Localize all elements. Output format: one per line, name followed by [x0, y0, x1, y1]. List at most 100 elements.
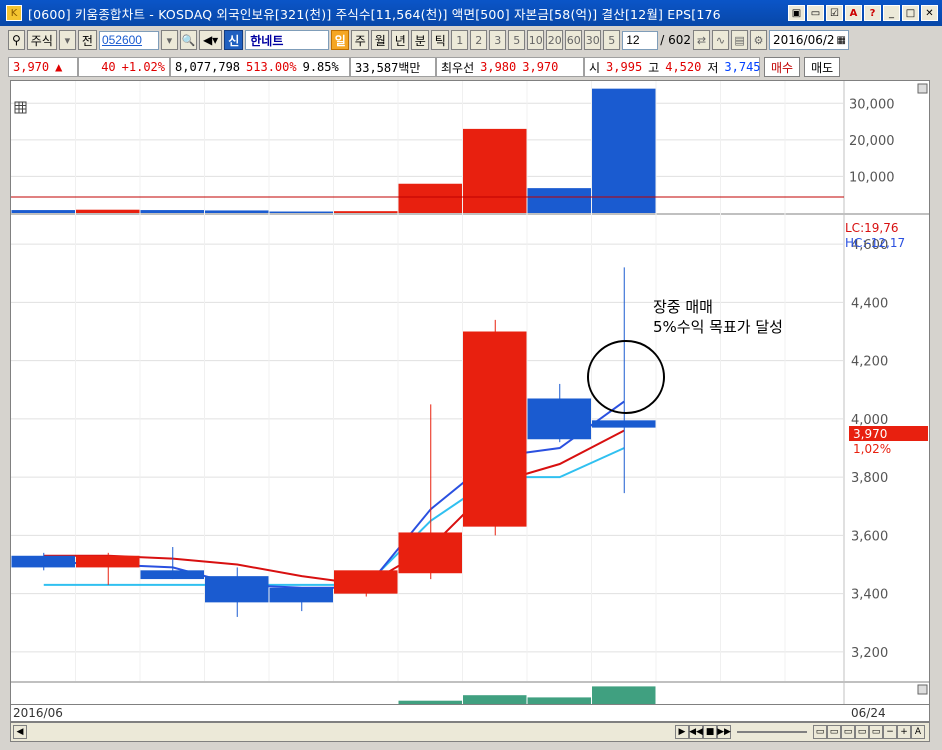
count-input[interactable]	[622, 30, 659, 50]
change: 40	[101, 60, 116, 74]
calendar-icon[interactable]: ▦	[837, 35, 846, 46]
minute-30[interactable]: 30	[584, 30, 602, 50]
hc-label: HC:-12,17	[845, 236, 905, 250]
minute-3[interactable]: 3	[489, 30, 507, 50]
chart-scrollbar[interactable]: ◀ ▶ ◀◀ ■ ▶▶ ▭ ▭ ▭ ▭ ▭ − + A	[10, 722, 930, 742]
high-label: 고	[648, 60, 660, 75]
scroll-right-icon[interactable]: ▶	[675, 725, 689, 739]
view-icon-1[interactable]: ▭	[813, 725, 827, 739]
chart-svg: 4,6004,4004,2004,0003,8003,6003,4003,200…	[11, 81, 929, 705]
candle-body	[140, 570, 204, 580]
best-cell: 최우선 3,980 3,970	[436, 57, 584, 77]
change-cell: 40 +1.02%	[78, 57, 170, 77]
zoom-in-icon[interactable]: +	[897, 725, 911, 739]
sound-icon[interactable]: ◀▾	[198, 30, 223, 50]
lower-volume-bar	[463, 695, 527, 704]
current-pct-label: 1,02%	[853, 442, 891, 456]
view-icon-4[interactable]: ▭	[855, 725, 869, 739]
annotation-line2: 5%수익 목표가 달성	[653, 318, 783, 336]
buy-button[interactable]: 매수	[764, 57, 801, 77]
save-icon[interactable]: ▤	[731, 30, 749, 50]
period-tick[interactable]: 틱	[431, 30, 450, 50]
text-icon[interactable]: A	[911, 725, 925, 739]
sell-button[interactable]: 매도	[804, 57, 841, 77]
period-day[interactable]: 일	[331, 30, 350, 50]
scroll-left-icon[interactable]: ◀	[13, 725, 27, 739]
rewind-icon[interactable]: ◀◀	[689, 725, 703, 739]
candle-body	[592, 420, 656, 428]
layout-icon[interactable]: ▣	[788, 5, 805, 21]
forward-icon[interactable]: ▶▶	[717, 725, 731, 739]
market-type-select[interactable]: 주식	[26, 30, 57, 50]
volume-bar	[334, 211, 398, 213]
refresh-icon[interactable]: ⇄	[693, 30, 711, 50]
scroll-track[interactable]	[27, 725, 675, 739]
open-label: 시	[589, 60, 601, 75]
candle-body	[463, 331, 527, 527]
price-tick-label: 3,800	[851, 471, 888, 486]
price-tick-label: 4,000	[851, 413, 888, 428]
annotation-line1: 장중 매매	[653, 298, 713, 316]
prev-button[interactable]: 전	[77, 30, 97, 50]
pin-icon[interactable]: ⚲	[8, 30, 25, 50]
stop-icon[interactable]: ■	[703, 725, 717, 739]
volume-bar	[592, 88, 656, 213]
toolbar: ⚲ 주식 ▾ 전 ▾ 🔍 ◀▾ 신 한네트 일 주 월 년 분 틱 1 2 3 …	[8, 28, 938, 52]
volume-bar	[527, 188, 591, 213]
minute-2[interactable]: 2	[470, 30, 488, 50]
view-icon-3[interactable]: ▭	[841, 725, 855, 739]
font-icon[interactable]: A	[845, 5, 862, 21]
high: 4,520	[665, 60, 702, 74]
lc-label: LC:19,76	[845, 221, 898, 235]
code-dropdown-icon[interactable]: ▾	[160, 30, 178, 50]
best-label: 최우선	[441, 60, 475, 75]
period-minute[interactable]: 분	[411, 30, 430, 50]
grid-lines	[11, 81, 844, 681]
check-icon[interactable]: ☑	[826, 5, 843, 21]
view-icon-5[interactable]: ▭	[869, 725, 883, 739]
maximize-button[interactable]: □	[902, 5, 919, 21]
gear-icon[interactable]: ⚙	[750, 30, 768, 50]
minimize-button[interactable]: _	[883, 5, 900, 21]
new-listing-badge[interactable]: 신	[224, 30, 244, 50]
price-tick-label: 3,400	[851, 588, 888, 603]
zoom-slider[interactable]	[737, 731, 807, 733]
title-bar: K [0600] 키움종합차트 - KOSDAQ 외국인보유[321(천)] 주…	[0, 0, 942, 26]
minute-10[interactable]: 10	[527, 30, 545, 50]
minute-custom[interactable]: 5	[603, 30, 621, 50]
search-icon[interactable]: 🔍	[179, 30, 197, 50]
stock-code-input[interactable]	[98, 30, 159, 50]
chevron-down-icon[interactable]: ▾	[58, 30, 76, 50]
period-week[interactable]: 주	[351, 30, 370, 50]
minute-1[interactable]: 1	[451, 30, 469, 50]
period-year[interactable]: 년	[391, 30, 410, 50]
app-icon: K	[6, 5, 22, 21]
lower-panel-close-icon	[917, 684, 928, 695]
zoom-out-icon[interactable]: −	[883, 725, 897, 739]
stock-name-field[interactable]: 한네트	[245, 30, 330, 50]
turnover: 9.85%	[302, 60, 339, 74]
volume-panel-close-icon	[917, 83, 928, 94]
volume-bar	[463, 128, 527, 213]
low-label: 저	[707, 60, 719, 75]
price-tick-label: 4,200	[851, 355, 888, 370]
candle-body	[205, 576, 269, 603]
price: 3,970	[13, 60, 50, 74]
help-icon[interactable]: ?	[864, 5, 881, 21]
minute-60[interactable]: 60	[565, 30, 583, 50]
close-button[interactable]: ✕	[921, 5, 938, 21]
quote-bar: 3,970 ▲ 40 +1.02% 8,077,798 513.00% 9.85…	[8, 56, 938, 78]
minute-5[interactable]: 5	[508, 30, 526, 50]
date-value: 2016/06/2	[773, 33, 835, 47]
volume-bar	[140, 210, 204, 213]
candle-body	[11, 555, 75, 568]
period-month[interactable]: 월	[371, 30, 390, 50]
window-icon[interactable]: ▭	[807, 5, 824, 21]
date-field[interactable]: 2016/06/2 ▦	[769, 30, 850, 50]
chart-area[interactable]: 4,600 4,400 4,200 4,000 3,800 3,600 3,400 3,200…	[10, 80, 930, 706]
minute-20[interactable]: 20	[546, 30, 564, 50]
line-chart-icon[interactable]: ∿	[712, 30, 730, 50]
lower-volume-bar	[527, 697, 591, 704]
lower-volume-bar	[592, 686, 656, 704]
view-icon-2[interactable]: ▭	[827, 725, 841, 739]
